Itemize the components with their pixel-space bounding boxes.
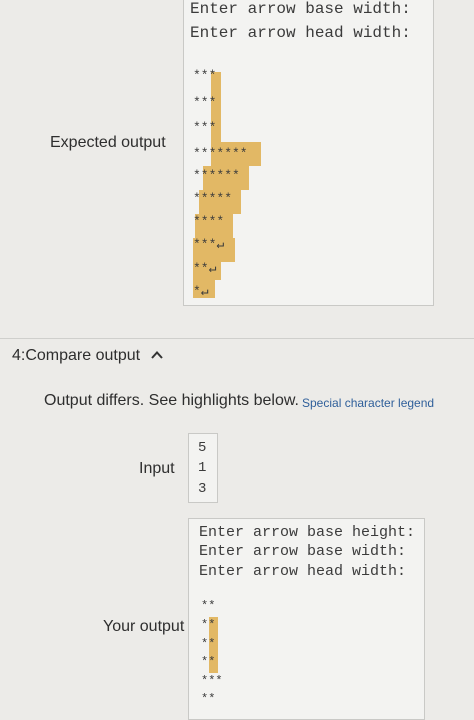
your-output-label: Your output (103, 618, 185, 635)
special-character-legend-link[interactable]: Special character legend (302, 396, 434, 410)
input-label: Input (139, 460, 175, 477)
expected-arrow-row: *** (193, 95, 217, 110)
your-arrow-row: ** (201, 618, 216, 632)
diff-message: Output differs. See highlights below. (44, 392, 299, 409)
expected-arrow-row: ****** (193, 168, 240, 183)
compare-output-toggle[interactable]: 4:Compare output (12, 347, 163, 365)
your-arrow-row: ** (201, 599, 216, 613)
expected-arrow-row: ***↵ (193, 237, 225, 252)
your-prompt-line: Enter arrow base width: (199, 543, 407, 560)
expected-arrow-row: *** (193, 68, 217, 83)
compare-output-title: 4:Compare output (12, 347, 141, 365)
expected-prompt-line: Enter arrow base width: (190, 0, 411, 18)
input-value: 3 (198, 481, 207, 497)
expected-arrow-row: ******* (193, 146, 248, 161)
expected-arrow-row: *↵ (193, 284, 209, 299)
input-value: 5 (198, 440, 207, 456)
your-prompt-line: Enter arrow head width: (199, 563, 407, 580)
expected-output-label: Expected output (50, 134, 166, 151)
expected-prompt-line: Enter arrow head width: (190, 24, 411, 42)
expected-arrow-row: **** (193, 214, 225, 229)
your-arrow-row: *** (201, 674, 223, 688)
your-arrow-row: ** (201, 637, 216, 651)
expected-arrow-row: *** (193, 120, 217, 135)
section-divider (0, 338, 474, 339)
your-arrow-row: ** (201, 692, 216, 706)
input-value: 1 (198, 460, 207, 476)
expected-arrow-row: **↵ (193, 261, 217, 276)
your-arrow-row: ** (201, 655, 216, 669)
chevron-up-icon (150, 347, 163, 365)
expected-arrow-row: ***** (193, 191, 233, 206)
your-prompt-line: Enter arrow base height: (199, 524, 416, 541)
